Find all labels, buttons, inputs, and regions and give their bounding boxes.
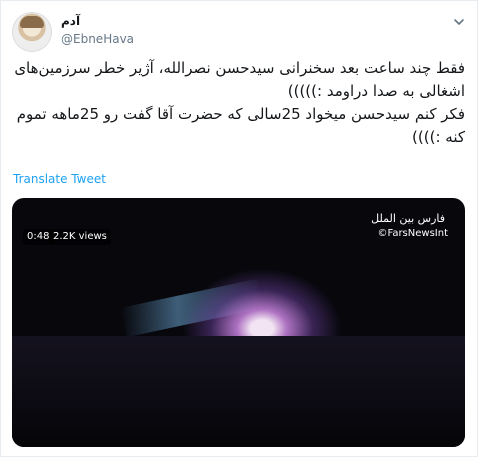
user-handle[interactable]: @EbneHava <box>61 32 134 46</box>
avatar-hair <box>20 16 44 28</box>
video-watermark-arabic: فارس بین الملل <box>371 212 445 225</box>
avatar[interactable] <box>12 12 52 52</box>
tweet-card: آدم @EbneHava فقط چند ساعت بعد سخنرانی س… <box>0 0 478 457</box>
video-crowd-area <box>12 336 465 447</box>
tweet-text-line-1: فقط چند ساعت بعد سخنرانی سیدحسن نصرالله،… <box>14 59 465 100</box>
chevron-down-icon[interactable] <box>452 15 466 29</box>
tweet-text: فقط چند ساعت بعد سخنرانی سیدحسن نصرالله،… <box>13 57 465 149</box>
video-watermark-english: ©FarsNewsInt <box>377 228 448 239</box>
video-views-badge: 2.2K views <box>49 229 111 245</box>
translate-tweet-link[interactable]: Translate Tweet <box>13 172 106 186</box>
tweet-text-line-2: فکر کنم سیدحسن میخواد 25سالی که حضرت آقا… <box>16 105 465 146</box>
display-name[interactable]: آدم <box>61 14 80 28</box>
